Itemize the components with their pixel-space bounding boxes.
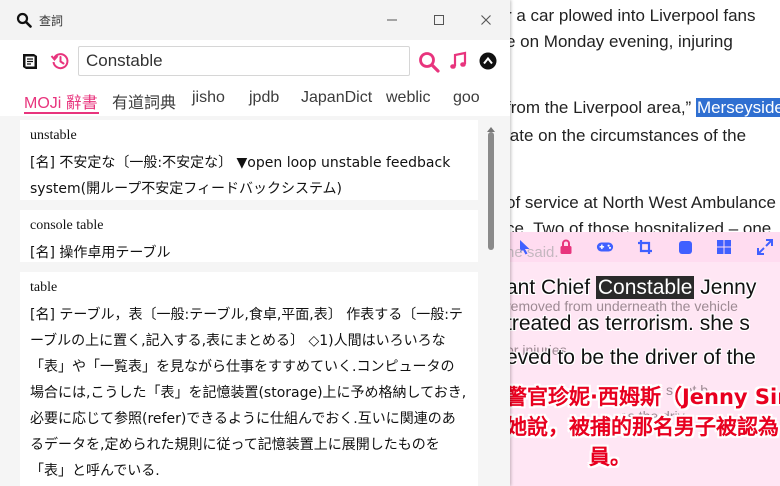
article-line: from the Liverpool area,” Merseyside [506, 98, 780, 118]
entry-headword: unstable [30, 128, 77, 143]
subtitle-text: ant Chief [506, 276, 596, 299]
scrollbar-thumb[interactable] [488, 132, 494, 250]
maximize-button[interactable] [429, 10, 449, 30]
search-toolbar [0, 40, 510, 82]
subtitle-english-line: eved to be the driver of the [506, 346, 756, 369]
article-line: of service at North West Ambulance [506, 193, 776, 212]
active-tab-indicator [24, 112, 99, 114]
tab-youdao[interactable]: 有道詞典 [112, 89, 176, 113]
subtitle-chinese-line: 她說，被捕的那名男子被認為 [506, 415, 779, 439]
window-title: 查詞 [39, 14, 64, 28]
tab-moji[interactable]: MOJi 辭書 [24, 89, 98, 113]
music-note-icon[interactable] [448, 51, 468, 75]
subtitle-chinese-line: 警官珍妮·西姆斯（Jenny Sim [506, 385, 780, 409]
subtitle-highlighted-word[interactable]: Constable [595, 276, 695, 299]
book-icon[interactable] [20, 51, 40, 75]
dictionary-entry[interactable]: unstable [名] 不安定な〔一般:不安定な〕 ▼open loop un… [20, 120, 478, 200]
subtitle-text: Jenny [694, 276, 757, 299]
search-icon [16, 12, 32, 32]
highlighted-word[interactable]: Merseyside [695, 98, 780, 117]
entry-headword: table [30, 280, 58, 295]
results-scrollbar[interactable] [486, 118, 496, 486]
scroll-up-arrow-icon[interactable] [486, 118, 496, 132]
tab-goo[interactable]: goo [453, 89, 480, 107]
dictionary-entry[interactable]: console table [名] 操作卓用テーブル [20, 210, 478, 262]
tab-jpdb[interactable]: jpdb [249, 89, 279, 107]
subtitle-chinese-line: 員。 [589, 445, 631, 469]
article-line: late on the circumstances of the [506, 126, 747, 145]
subtitle-english-line: treated as terrorism. she s [506, 312, 750, 335]
crop-icon[interactable] [636, 238, 654, 256]
entry-definition: [名] テーブル，表〔一般:テーブル,食卓,平面,表〕 作表する〔一般:テーブル… [30, 307, 467, 479]
tab-jisho[interactable]: jisho [192, 89, 225, 107]
tab-weblio[interactable]: weblic [386, 89, 430, 107]
close-button[interactable] [476, 10, 496, 30]
gamepad-icon[interactable] [596, 238, 614, 256]
dictionary-entry[interactable]: table [名] テーブル，表〔一般:テーブル,食卓,平面,表〕 作表する〔一… [20, 272, 478, 486]
expand-icon[interactable] [756, 238, 774, 256]
article-line: r a car plowed into Liverpool fans [506, 6, 756, 25]
stop-icon[interactable] [676, 238, 694, 256]
dictionary-tabs: MOJi 辭書 有道詞典 jisho jpdb JapanDict weblic… [0, 86, 510, 116]
article-line: e on Monday evening, injuring [506, 32, 733, 51]
windows-icon[interactable] [715, 238, 733, 256]
minimize-button[interactable] [382, 10, 402, 30]
tab-japandict[interactable]: JapanDict [301, 89, 372, 107]
search-icon[interactable] [418, 51, 440, 77]
results-panel: unstable [名] 不安定な〔一般:不安定な〕 ▼open loop un… [0, 116, 510, 486]
entry-headword: console table [30, 218, 104, 233]
dictionary-window: 查詞 MOJi 辭書 有道詞典 jisho jpdb [0, 0, 510, 486]
subtitle-english-line: ant Chief Constable Jenny [506, 276, 756, 300]
entry-definition: [名] 操作卓用テーブル [30, 245, 171, 261]
search-input[interactable] [78, 46, 410, 76]
entry-definition: [名] 不安定な〔一般:不安定な〕 ▼open loop unstable fe… [30, 155, 451, 197]
faint-article-text: he said. [506, 244, 559, 261]
title-bar[interactable]: 查詞 [0, 0, 510, 40]
lock-icon[interactable] [557, 238, 575, 256]
history-icon[interactable] [50, 51, 70, 75]
collapse-up-icon[interactable] [479, 52, 497, 74]
article-line-text: from the Liverpool area,” [506, 98, 692, 117]
